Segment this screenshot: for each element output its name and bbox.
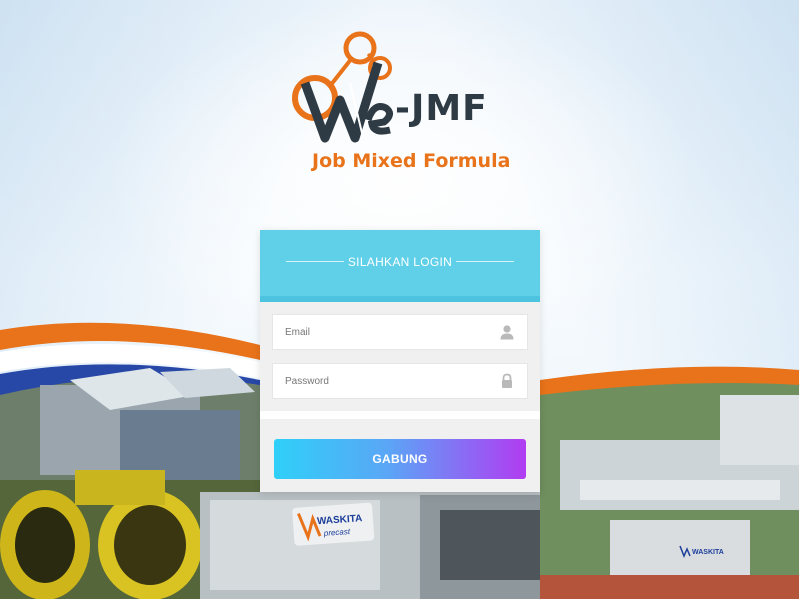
email-input[interactable] (273, 315, 527, 349)
lock-icon (502, 373, 512, 388)
logo-text: -JMF (395, 88, 488, 129)
gabung-submit-button[interactable]: GABUNG (274, 439, 526, 479)
banner-right-text: WASKITA (692, 549, 724, 556)
tagline: Job Mixed Formula (312, 150, 511, 172)
user-icon (500, 325, 514, 340)
password-input[interactable] (273, 364, 527, 398)
password-field-container (272, 363, 528, 399)
email-field-container (272, 314, 528, 350)
login-card-header: SILAHKAN LOGIN (260, 230, 540, 302)
header-line-right (456, 261, 514, 262)
login-card: SILAHKAN LOGIN GABUNG (260, 230, 540, 492)
login-title: SILAHKAN LOGIN (347, 255, 453, 269)
form-divider (260, 411, 540, 419)
